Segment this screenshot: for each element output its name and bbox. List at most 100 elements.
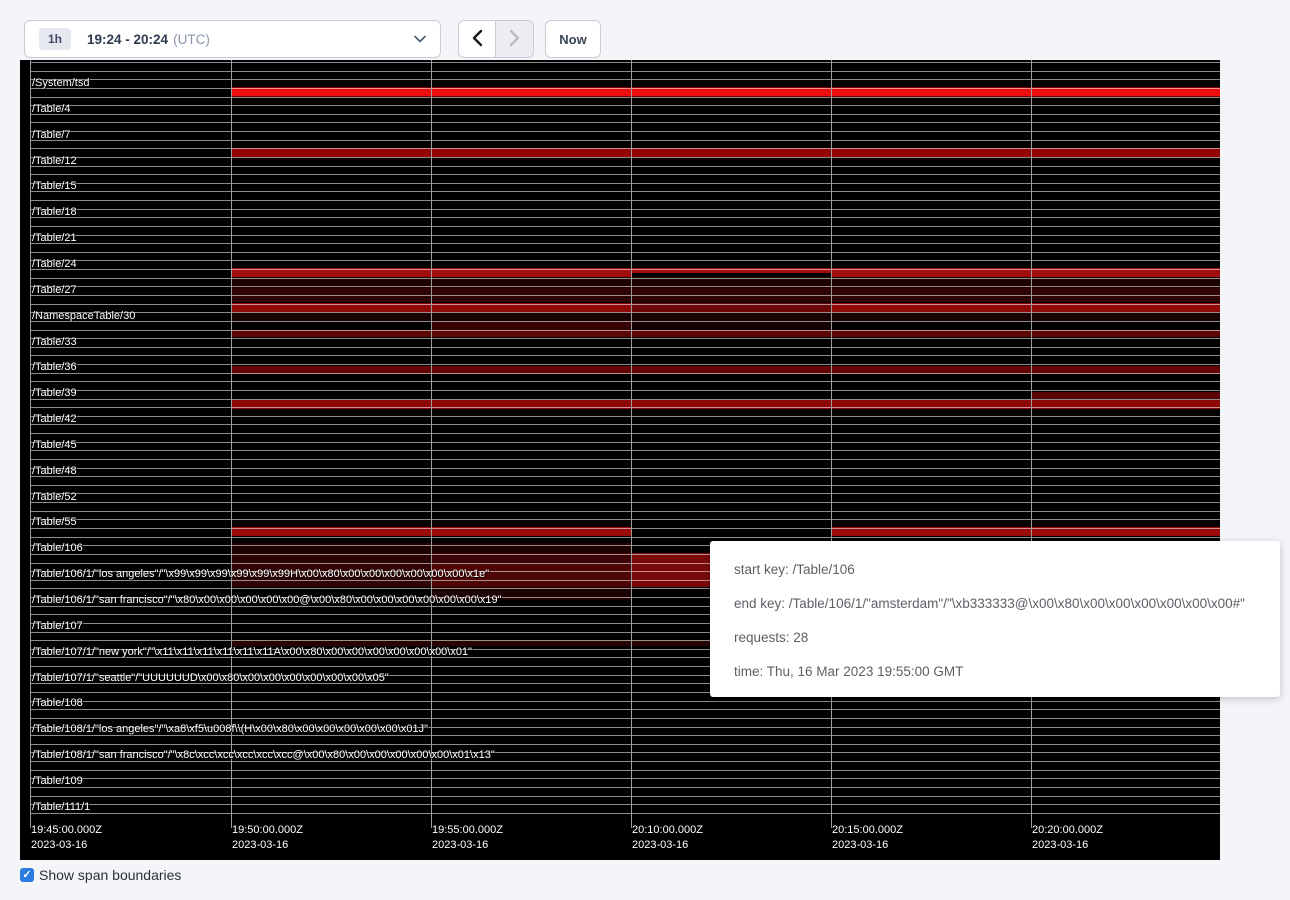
span-boundary-line [30, 217, 1220, 218]
row-label: /Table/7 [32, 129, 71, 141]
row-label: /Table/108/1/"san francisco"/"\x8c\xcc\x… [32, 749, 495, 761]
span-boundary-line [30, 286, 1220, 287]
span-boundary-line [30, 709, 1220, 710]
span-boundary-line [30, 209, 1220, 210]
span-boundary-line [30, 79, 1220, 80]
span-boundary-line [30, 278, 1220, 279]
span-boundary-line [30, 416, 1220, 417]
tooltip-end-key: end key: /Table/106/1/"amsterdam"/"\xb33… [734, 587, 1256, 621]
x-axis-tick: 19:50:00.000Z2023-03-16 [232, 823, 303, 853]
span-boundary-line [30, 140, 1220, 141]
span-boundary-line [30, 701, 1220, 702]
span-boundary-line [30, 174, 1220, 175]
span-boundary-line [30, 312, 1220, 313]
span-boundary-line [30, 295, 1220, 296]
span-boundary-line [30, 105, 1220, 106]
span-boundary-line [30, 338, 1220, 339]
span-boundary-line [30, 813, 1220, 814]
span-boundary-line [30, 191, 1220, 192]
span-boundary-line [30, 269, 1220, 270]
span-boundary-line [30, 330, 1220, 331]
span-boundary-line [30, 450, 1220, 451]
key-visualizer-heatmap[interactable]: /System/tsd/Table/4/Table/7/Table/12/Tab… [20, 60, 1220, 860]
time-bucket-line [431, 60, 432, 828]
time-bucket-line [831, 60, 832, 828]
chevron-right-icon [509, 29, 520, 50]
row-label: /Table/107/1/"seattle"/"UUUUUUD\x00\x80\… [32, 672, 389, 684]
span-boundary-line [30, 243, 1220, 244]
row-label: /Table/106/1/"san francisco"/"\x80\x00\x… [32, 594, 502, 606]
now-button[interactable]: Now [545, 20, 601, 58]
time-bucket-line [1031, 60, 1032, 828]
span-boundary-line [30, 770, 1220, 771]
row-label: /Table/55 [32, 516, 77, 528]
span-boundary-line [30, 761, 1220, 762]
row-label: /Table/18 [32, 206, 77, 218]
span-boundaries-control: ✓ Show span boundaries [20, 867, 181, 883]
span-boundary-line [30, 519, 1220, 520]
x-axis-tick: 20:20:00.000Z2023-03-16 [1032, 823, 1103, 853]
time-bucket-line [231, 60, 232, 828]
time-range-select[interactable]: 1h 19:24 - 20:24 (UTC) [24, 20, 441, 58]
row-label: /Table/107 [32, 620, 83, 632]
span-boundary-line [30, 166, 1220, 167]
span-boundary-line [30, 131, 1220, 132]
heat-band [431, 321, 631, 330]
row-label: /Table/52 [32, 491, 77, 503]
span-boundary-line [30, 407, 1220, 408]
row-label: /NamespaceTable/30 [32, 310, 135, 322]
heat-band [231, 330, 1220, 337]
span-boundary-line [30, 62, 1220, 63]
span-boundary-line [30, 122, 1220, 123]
time-nav-group [458, 20, 534, 58]
page: { "toolbar": { "preset": "1h", "range": … [0, 0, 1290, 900]
row-label: /Table/12 [32, 155, 77, 167]
row-label: /Table/108/1/"los angeles"/"\xa8\xf5\u00… [32, 723, 428, 735]
cell-tooltip: start key: /Table/106 end key: /Table/10… [710, 541, 1280, 697]
row-label: /Table/36 [32, 361, 77, 373]
span-boundary-line [30, 390, 1220, 391]
span-boundary-line [30, 476, 1220, 477]
tooltip-requests: requests: 28 [734, 621, 1256, 655]
prev-range-button[interactable] [458, 20, 496, 58]
span-boundary-line [30, 399, 1220, 400]
span-boundary-line [30, 485, 1220, 486]
tooltip-start-key: start key: /Table/106 [734, 553, 1256, 587]
show-span-boundaries-checkbox[interactable]: ✓ [20, 868, 34, 882]
row-label: /Table/106 [32, 542, 83, 554]
span-boundary-line [30, 511, 1220, 512]
span-boundary-line [30, 778, 1220, 779]
x-axis-tick: 20:10:00.000Z2023-03-16 [632, 823, 703, 853]
span-boundary-line [30, 502, 1220, 503]
span-boundary-line [30, 97, 1220, 98]
x-axis-tick: 19:55:00.000Z2023-03-16 [432, 823, 503, 853]
row-label: /Table/39 [32, 387, 77, 399]
time-range-label: 19:24 - 20:24 [87, 32, 168, 47]
row-label: /Table/27 [32, 284, 77, 296]
time-bucket-line [631, 60, 632, 828]
heat-band [231, 148, 1220, 157]
row-label: /Table/15 [32, 180, 77, 192]
span-boundary-line [30, 424, 1220, 425]
span-boundary-line [30, 735, 1220, 736]
heat-band [1031, 392, 1220, 399]
span-boundary-line [30, 442, 1220, 443]
span-boundary-line [30, 718, 1220, 719]
next-range-button[interactable] [496, 20, 534, 58]
span-boundary-line [30, 304, 1220, 305]
span-boundary-line [30, 744, 1220, 745]
span-boundary-line [30, 71, 1220, 72]
span-boundary-line [30, 381, 1220, 382]
span-boundary-line [30, 148, 1220, 149]
span-boundary-line [30, 183, 1220, 184]
chevron-left-icon [472, 29, 483, 50]
row-label: /Table/4 [32, 103, 71, 115]
row-label: /Table/21 [32, 232, 77, 244]
span-boundary-line [30, 321, 1220, 322]
span-boundary-line [30, 787, 1220, 788]
span-boundary-line [30, 114, 1220, 115]
row-label: /Table/109 [32, 775, 83, 787]
span-boundary-line [30, 493, 1220, 494]
row-label: /Table/48 [32, 465, 77, 477]
span-boundary-line [30, 537, 1220, 538]
